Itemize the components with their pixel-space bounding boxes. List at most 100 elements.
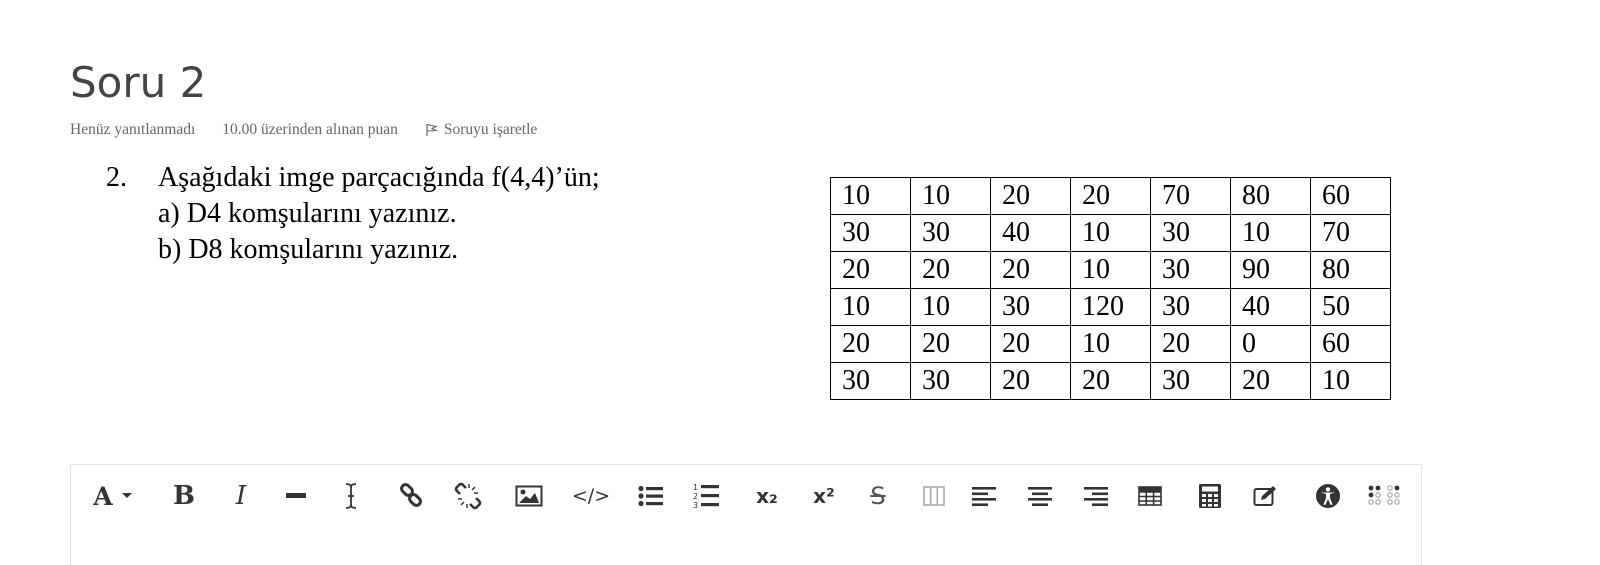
table-cell: 30 [910, 362, 991, 400]
answer-status: Henüz yanıtlanmadı [70, 121, 196, 138]
font-color-icon: A [93, 481, 113, 511]
table-cell: 80 [1310, 251, 1391, 289]
question-number: 2. [106, 162, 127, 193]
italic-button[interactable]: I [226, 478, 256, 514]
bold-icon: B [173, 481, 195, 511]
table-cell: 70 [1150, 177, 1231, 215]
link-icon [400, 483, 422, 507]
table-cell: 20 [910, 251, 991, 289]
link-button[interactable] [396, 478, 426, 514]
align-left-icon [972, 487, 996, 506]
image-button[interactable] [513, 478, 545, 514]
bold-button[interactable]: B [169, 478, 199, 514]
table-icon [1138, 486, 1162, 506]
align-center-icon [1028, 487, 1052, 506]
superscript-icon: x² [813, 484, 835, 508]
table-cell: 20 [1070, 177, 1151, 215]
italic-icon: I [235, 481, 247, 511]
image-icon [515, 485, 543, 507]
table-cell: 30 [830, 362, 911, 400]
table-cell: 10 [830, 177, 911, 215]
align-center-button[interactable] [1025, 478, 1055, 514]
table-cell: 20 [830, 251, 911, 289]
chevron-down-icon [121, 493, 132, 498]
accessibility-icon [1316, 484, 1340, 508]
answer-editor[interactable]: A B I </> 1 2 3 x₂ x² S [70, 464, 1422, 565]
unlink-button[interactable] [453, 478, 483, 514]
table-row: 20 20 20 10 30 90 80 [830, 251, 1391, 289]
clear-formatting-button[interactable] [336, 478, 366, 514]
table-cell: 30 [830, 214, 911, 252]
table-row: 10 10 30 120 30 40 50 [830, 288, 1391, 326]
table-cell: 30 [1150, 288, 1231, 326]
table-cell: 120 [1070, 288, 1151, 326]
font-color-button[interactable]: A [87, 478, 139, 514]
question-line-3: b) D8 komşularını yazınız. [158, 234, 459, 265]
svg-text:2: 2 [693, 492, 698, 501]
question-info: Henüz yanıtlanmadı 10.00 üzerinden alına… [70, 121, 537, 139]
table-cell: 10 [910, 177, 991, 215]
table-row: 30 30 40 10 30 10 70 [830, 214, 1391, 252]
table-cell: 30 [990, 288, 1071, 326]
code-icon: </> [571, 485, 611, 507]
html-button[interactable]: </> [571, 478, 611, 514]
svg-text:3: 3 [693, 501, 698, 510]
subscript-icon: x₂ [756, 484, 778, 508]
strikethrough-button[interactable]: S [863, 478, 893, 514]
table-cell: 40 [990, 214, 1071, 252]
table-cell: 90 [1230, 251, 1311, 289]
braille-button[interactable] [1367, 478, 1401, 514]
numbered-list-button[interactable]: 123 [691, 478, 721, 514]
table-cell: 60 [1310, 177, 1391, 215]
table-button[interactable] [1135, 478, 1165, 514]
equation-button[interactable] [1195, 478, 1225, 514]
table-row: 10 10 20 20 70 80 60 [830, 177, 1391, 215]
table-cell: 10 [910, 288, 991, 326]
table-row: 30 30 20 20 30 20 10 [830, 362, 1391, 400]
flag-question-link[interactable]: Soruyu işaretle [425, 121, 537, 139]
table-cell: 20 [910, 325, 991, 363]
question-text: 2. Aşağıdaki imge parçacığında f(4,4)’ün… [106, 160, 600, 268]
table-cell: 30 [1150, 362, 1231, 400]
question-title: Soru 2 [70, 58, 207, 107]
table-cell: 50 [1310, 288, 1391, 326]
horizontal-rule-icon [286, 493, 306, 498]
superscript-button[interactable]: x² [808, 478, 840, 514]
table-cell: 80 [1230, 177, 1311, 215]
bullet-list-icon [638, 485, 663, 507]
table-cell: 10 [1310, 362, 1391, 400]
image-fragment-table: 10 10 20 20 70 80 60 30 30 40 10 30 10 70 20 20 20 10 30 90… [830, 177, 1391, 400]
table-cell: 10 [1230, 214, 1311, 252]
flag-icon [426, 123, 438, 136]
table-cell: 30 [1150, 214, 1231, 252]
horizontal-rule-button[interactable] [281, 478, 311, 514]
table-cell: 20 [990, 325, 1071, 363]
accessibility-button[interactable] [1313, 478, 1343, 514]
table-cell: 20 [1230, 362, 1311, 400]
subscript-button[interactable]: x₂ [751, 478, 783, 514]
table-cell: 0 [1230, 325, 1311, 363]
align-right-icon [1084, 487, 1108, 506]
table-cell: 70 [1310, 214, 1391, 252]
align-right-button[interactable] [1081, 478, 1111, 514]
calculator-icon [1199, 484, 1221, 508]
table-cell: 20 [1070, 362, 1151, 400]
table-cell: 20 [1150, 325, 1231, 363]
columns-icon [923, 486, 945, 506]
table-cell: 20 [830, 325, 911, 363]
table-cell: 20 [990, 251, 1071, 289]
table-cell: 20 [990, 362, 1071, 400]
bullet-list-button[interactable] [636, 478, 666, 514]
align-left-button[interactable] [969, 478, 999, 514]
question-line-1: Aşağıdaki imge parçacığında f(4,4)’ün; [158, 162, 600, 193]
table-cell: 10 [1070, 251, 1151, 289]
unlink-icon [454, 482, 482, 510]
table-cell: 10 [1070, 325, 1151, 363]
flag-question-label: Soruyu işaretle [443, 121, 538, 138]
svg-text:1: 1 [693, 483, 698, 492]
table-cell: 30 [910, 214, 991, 252]
table-cell: 10 [830, 288, 911, 326]
columns-button[interactable] [919, 478, 949, 514]
editor-toolbar: A B I </> 1 2 3 x₂ x² S [71, 465, 1421, 527]
edit-button[interactable] [1251, 478, 1281, 514]
